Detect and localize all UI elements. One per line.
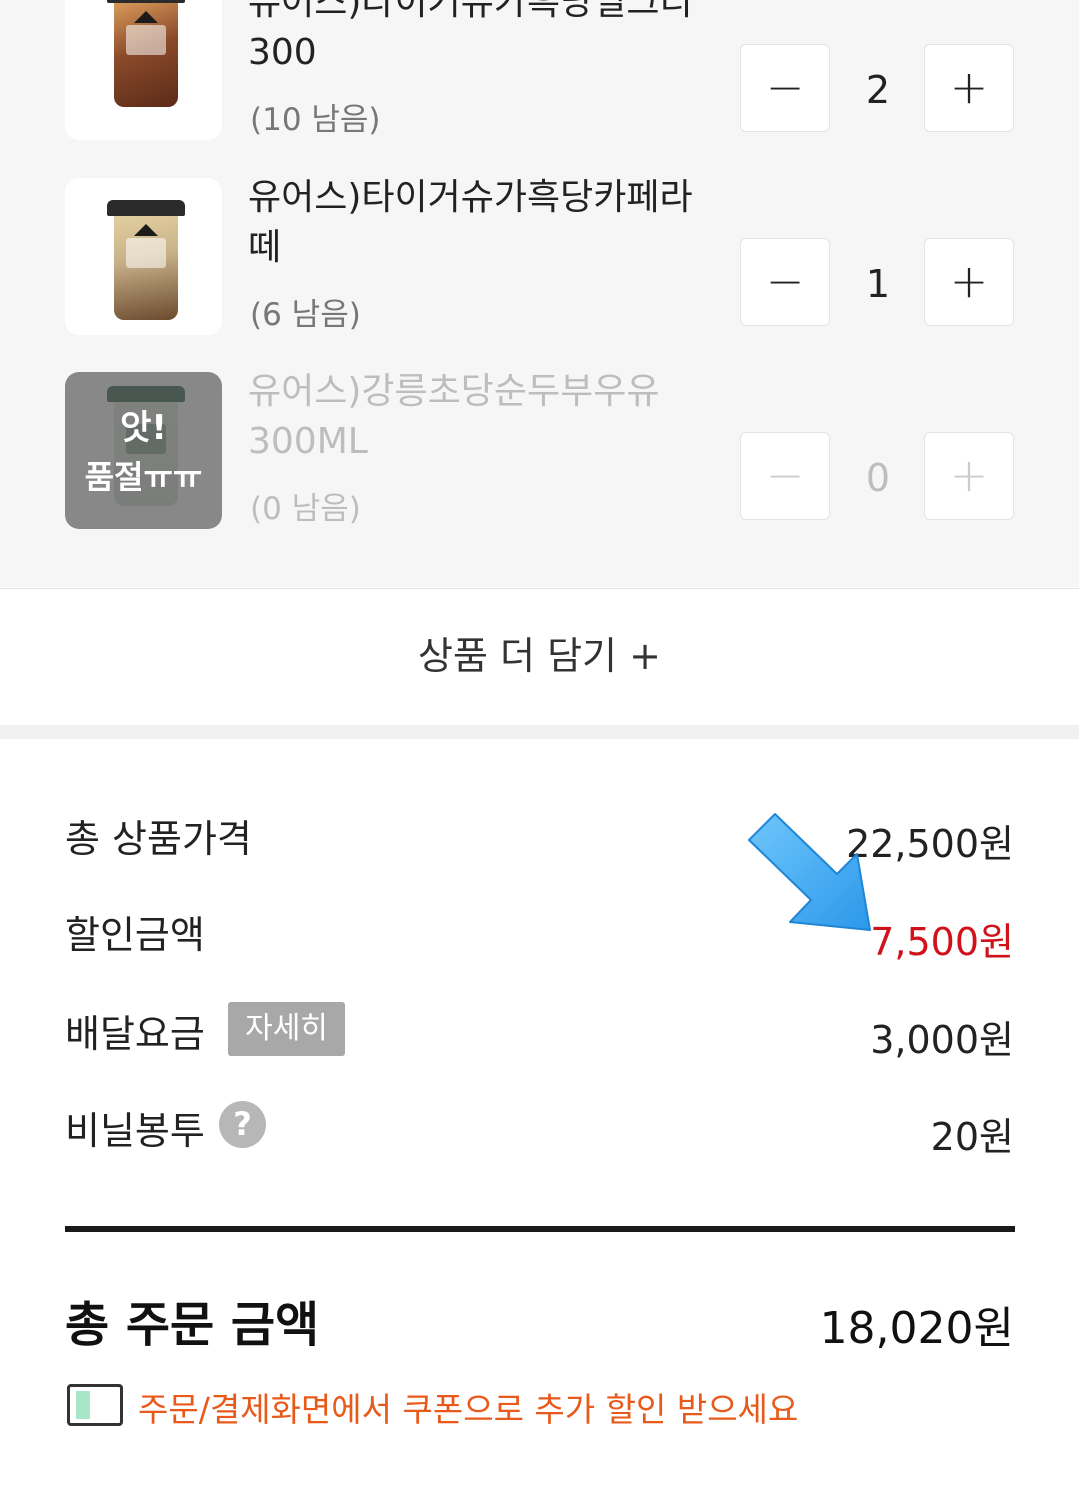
blue-pointer-arrow-icon xyxy=(748,813,871,931)
quantity-decrease-button[interactable]: − xyxy=(740,238,830,326)
total-divider xyxy=(65,1226,1015,1232)
product-image[interactable] xyxy=(65,178,222,335)
cart-item-list: 유어스)타이거슈가흑당밀크티 300 (10 남음) − 2 + 유어스)타이거… xyxy=(0,0,1079,587)
total-product-price-label: 총 상품가격 xyxy=(65,817,252,861)
delivery-fee-value: 3,000원 xyxy=(870,1018,1014,1062)
coupon-ticket-icon xyxy=(67,1384,123,1426)
delivery-fee-details-button[interactable]: 자세히 xyxy=(228,1002,345,1056)
product-name: 유어스)강릉초당순두부우유 300ML xyxy=(248,371,660,462)
product-name: 유어스)타이거슈가흑당카페라 떼 xyxy=(248,177,693,268)
soldout-overlay: 앗! 품절ㅠㅠ xyxy=(65,372,222,529)
stock-remaining: (0 남음) xyxy=(250,491,361,527)
cart-item: 유어스)타이거슈가흑당카페라 떼 (6 남음) − 1 + xyxy=(0,175,1079,335)
quantity-decrease-button: − xyxy=(740,432,830,520)
plastic-bag-label: 비닐봉투 xyxy=(65,1109,205,1153)
quantity-increase-button[interactable]: + xyxy=(924,238,1014,326)
discount-amount-label: 할인금액 xyxy=(65,913,205,957)
question-icon[interactable]: ? xyxy=(219,1101,266,1148)
product-image: 앗! 품절ㅠㅠ xyxy=(65,372,222,529)
product-image[interactable] xyxy=(65,0,222,140)
add-more-products-button[interactable]: 상품 더 담기 + xyxy=(0,588,1079,726)
quantity-value: 1 xyxy=(865,262,891,306)
cart-item: 유어스)타이거슈가흑당밀크티 300 (10 남음) − 2 + xyxy=(0,0,1079,140)
discount-amount-value: 7,500원 xyxy=(870,920,1014,964)
quantity-decrease-button[interactable]: − xyxy=(740,44,830,132)
plastic-bag-value: 20원 xyxy=(930,1115,1014,1159)
quantity-value: 0 xyxy=(865,456,891,500)
quantity-increase-button[interactable]: + xyxy=(924,44,1014,132)
cart-item-soldout: 앗! 품절ㅠㅠ 유어스)강릉초당순두부우유 300ML (0 남음) − 0 + xyxy=(0,369,1079,529)
total-order-amount-value: 18,020원 xyxy=(819,1303,1014,1354)
quantity-increase-button: + xyxy=(924,432,1014,520)
total-order-amount-label: 총 주문 금액 xyxy=(65,1297,320,1353)
section-divider xyxy=(0,725,1079,739)
quantity-value: 2 xyxy=(865,68,891,112)
product-name: 유어스)타이거슈가흑당밀크티 300 xyxy=(248,0,693,73)
delivery-fee-label: 배달요금 xyxy=(65,1012,205,1056)
stock-remaining: (6 남음) xyxy=(250,297,361,333)
stock-remaining: (10 남음) xyxy=(250,102,381,138)
coupon-notice: 주문/결제화면에서 쿠폰으로 추가 할인 받으세요 xyxy=(138,1390,799,1429)
